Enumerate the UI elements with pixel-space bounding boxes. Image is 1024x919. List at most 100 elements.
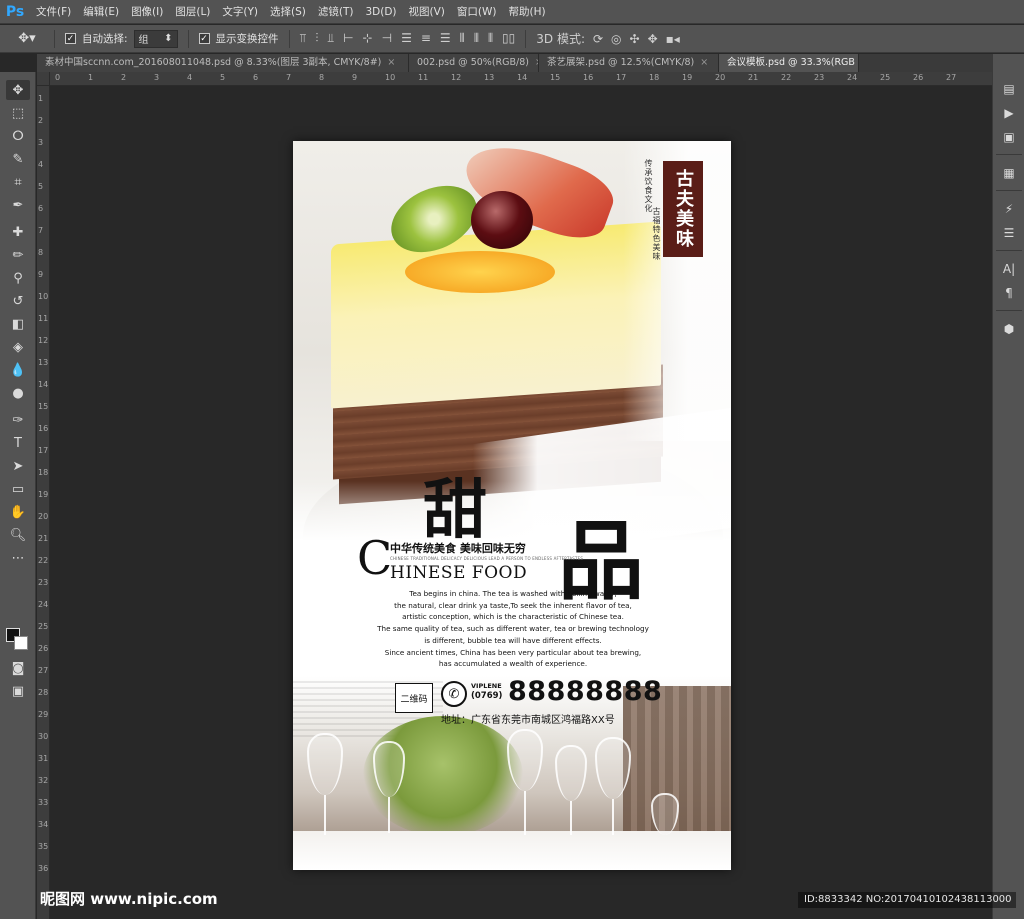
ruler-tick: 28 (38, 688, 49, 697)
paragraph-line: Tea begins in china. The tea is washed w… (409, 589, 617, 598)
vertical-ruler[interactable]: 1 2 3 4 5 6 7 8 9 10 11 12 13 14 15 16 1… (37, 86, 50, 919)
path-select-icon[interactable]: ➤ (6, 456, 30, 476)
tool-preset-picker[interactable]: ✥▾ (10, 28, 44, 50)
menu-edit[interactable]: 编辑(E) (77, 0, 125, 24)
phone-icon: ✆ (441, 681, 467, 707)
ruler-tick: 6 (38, 204, 44, 213)
pen-tool-icon[interactable]: ✑ (6, 410, 30, 430)
more-tools-icon[interactable]: ⋯ (6, 548, 30, 568)
seal-side-text: 传承饮食文化 (644, 159, 653, 213)
menu-help[interactable]: 帮助(H) (503, 0, 552, 24)
tab-label: 002.psd @ 50%(RGB/8) (417, 57, 529, 68)
roll-3d-icon[interactable]: ◎ (611, 32, 621, 46)
menu-layer[interactable]: 图层(L) (169, 0, 216, 24)
menu-3d[interactable]: 3D(D) (359, 0, 402, 24)
divider (187, 29, 189, 48)
screen-mode-icon[interactable]: ▣ (6, 681, 30, 701)
tab-label: 茶艺展架.psd @ 12.5%(CMYK/8) (547, 57, 695, 68)
auto-align-icon[interactable]: ▯▯ (502, 31, 515, 46)
blur-tool-icon[interactable]: 💧 (6, 360, 30, 380)
glass-stem (324, 795, 326, 835)
lasso-tool-icon[interactable]: ⵔ (6, 126, 30, 146)
ruler-tick: 31 (38, 754, 49, 763)
ruler-tick: 7 (286, 73, 292, 82)
ruler-tick: 12 (38, 336, 49, 345)
3d-panel-icon[interactable]: ⬢ (999, 320, 1019, 338)
menu-window[interactable]: 窗口(W) (451, 0, 503, 24)
adjustments-panel-icon[interactable]: ⚡ (999, 200, 1019, 218)
rotate-3d-icon[interactable]: ⟳ (593, 32, 603, 46)
menu-filter[interactable]: 滤镜(T) (312, 0, 360, 24)
align-bottom-icon[interactable]: ⫫ (327, 31, 334, 46)
image-panel-icon[interactable]: ▣ (999, 128, 1019, 146)
align-vcenter-icon[interactable]: ⫶ (315, 31, 318, 46)
ruler-tick: 26 (38, 644, 49, 653)
ruler-tick: 9 (38, 270, 44, 279)
auto-select-dropdown[interactable]: 组 ⬍ (133, 29, 178, 48)
paint-bucket-icon[interactable]: ◈ (6, 337, 30, 357)
distribute-right-icon[interactable]: ⫴ (488, 31, 493, 46)
ruler-corner[interactable] (37, 72, 50, 86)
type-tool-icon[interactable]: T (6, 433, 30, 453)
shape-tool-icon[interactable]: ▭ (6, 479, 30, 499)
align-top-icon[interactable]: ⫪ (300, 31, 307, 46)
menu-view[interactable]: 视图(V) (403, 0, 451, 24)
distribute-top-icon[interactable]: ☰ (401, 31, 412, 46)
align-hcenter-icon[interactable]: ⊹ (363, 31, 373, 46)
distribute-bottom-icon[interactable]: ☰ (440, 31, 451, 46)
horizontal-ruler[interactable]: 0 1 2 3 4 5 6 7 8 9 10 11 12 13 14 15 16… (50, 72, 992, 86)
quick-mask-icon[interactable]: ◙ (6, 658, 30, 678)
swatches-panel-icon[interactable]: ▦ (999, 164, 1019, 182)
ruler-tick: 20 (715, 73, 726, 82)
actions-panel-icon[interactable]: ▶ (999, 104, 1019, 122)
dodge-tool-icon[interactable]: ● (6, 383, 30, 403)
menu-select[interactable]: 选择(S) (264, 0, 312, 24)
tab-tea-art-psd[interactable]: 茶艺展架.psd @ 12.5%(CMYK/8) × (539, 54, 719, 72)
eyedropper-tool-icon[interactable]: ✒ (6, 195, 30, 215)
crop-tool-icon[interactable]: ⌗ (6, 172, 30, 192)
ruler-tick: 36 (38, 864, 49, 873)
tab-002-psd[interactable]: 002.psd @ 50%(RGB/8)× (409, 54, 539, 72)
scale-3d-icon[interactable]: ▪◂ (666, 32, 680, 46)
ruler-tick: 7 (38, 226, 44, 235)
seal-side-text: 古福特色美味 (652, 207, 661, 261)
menu-file[interactable]: 文件(F) (30, 0, 77, 24)
clone-stamp-icon[interactable]: ⚲ (6, 268, 30, 288)
move-tool-icon[interactable]: ✥ (6, 80, 30, 100)
auto-select-checkbox[interactable]: ✓ (65, 33, 76, 44)
distribute-left-icon[interactable]: ⫴ (460, 31, 465, 46)
ruler-tick: 24 (38, 600, 49, 609)
tab-sccnn-psd[interactable]: 素材中国sccnn.com_201608011048.psd @ 8.33%(图… (37, 54, 409, 72)
hand-tool-icon[interactable]: ✋ (6, 502, 30, 522)
close-icon[interactable]: × (387, 54, 395, 72)
healing-brush-icon[interactable]: ✚ (6, 222, 30, 242)
menu-type[interactable]: 文字(Y) (216, 0, 264, 24)
menu-image[interactable]: 图像(I) (125, 0, 169, 24)
background-color-swatch[interactable] (14, 636, 28, 650)
drag-3d-icon[interactable]: ✣ (630, 32, 640, 46)
brush-tool-icon[interactable]: ✏ (6, 245, 30, 265)
slide-3d-icon[interactable]: ✥ (648, 32, 658, 46)
divider (996, 310, 1022, 311)
quick-select-tool-icon[interactable]: ✎ (6, 149, 30, 169)
align-right-icon[interactable]: ⊣ (382, 31, 392, 46)
close-icon[interactable]: × (700, 54, 708, 72)
eraser-tool-icon[interactable]: ◧ (6, 314, 30, 334)
document-canvas[interactable]: 传承饮食文化 古福特色美味 古夫美味 甜 品 C 中华传统美食 美味回味无穷 C… (293, 141, 731, 870)
3d-mode-label: 3D 模式: (536, 32, 585, 46)
marquee-tool-icon[interactable]: ⬚ (6, 103, 30, 123)
distribute-hcenter-icon[interactable]: ⦀ (474, 31, 479, 46)
show-transform-checkbox[interactable]: ✓ (198, 33, 210, 44)
zoom-tool-icon[interactable]: 🔍︎ (6, 525, 30, 545)
auto-select-value: 组 (138, 35, 149, 46)
align-left-icon[interactable]: ⊢ (343, 31, 353, 46)
app-logo: Ps (5, 3, 25, 20)
distribute-vcenter-icon[interactable]: ≡ (421, 31, 431, 46)
character-panel-icon[interactable]: A| (999, 260, 1019, 278)
paragraph-panel-icon[interactable]: ¶ (999, 284, 1019, 302)
history-panel-icon[interactable]: ▤ (999, 80, 1019, 98)
3d-mode-controls: 3D 模式: ⟳ ◎ ✣ ✥ ▪◂ (536, 30, 680, 47)
properties-panel-icon[interactable]: ☰ (999, 224, 1019, 242)
history-brush-icon[interactable]: ↺ (6, 291, 30, 311)
tab-meeting-template-psd[interactable]: 会议模板.psd @ 33.3%(RGB (719, 54, 859, 72)
